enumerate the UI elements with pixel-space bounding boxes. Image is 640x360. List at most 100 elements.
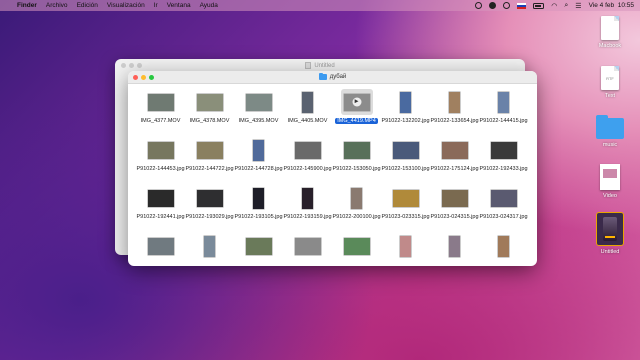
file-thumbnail [343,141,370,159]
folder-icon [318,72,327,80]
file-item[interactable] [136,233,185,266]
file-thumbnail [441,189,468,207]
file-name-text: P91023-024315.jpg [430,214,479,220]
file-thumbnail-wrap [147,89,174,115]
menu-ir[interactable]: Ir [154,2,158,9]
control-center-icon[interactable]: ☰ [575,2,581,10]
menu-visualizacion[interactable]: Visualización [107,2,145,9]
file-item[interactable]: P91023-023315.jpg [381,185,430,233]
file-item[interactable] [234,233,283,266]
desktop-item-label: Text [604,93,616,99]
file-name: IMG_4377.MOV [136,118,185,125]
file-name: P91022-132202.jpg [381,118,430,125]
file-thumbnail [392,189,419,207]
file-thumbnail [400,91,411,113]
file-thumbnail-wrap [302,185,313,211]
close-button[interactable] [121,63,126,68]
file-thumbnail [147,189,174,207]
file-item[interactable]: P91022-145900.jpg [283,137,332,185]
file-thumbnail [294,141,321,159]
menu-bar: Finder Archivo Edición Visualización Ir … [0,0,640,11]
file-thumbnail-wrap [498,233,509,259]
battery-icon[interactable] [533,2,545,9]
file-thumbnail-wrap [253,185,264,211]
status-record-icon[interactable] [475,2,483,9]
file-thumbnail-wrap [441,185,468,211]
file-item[interactable]: P91022-175124.jpg [430,137,479,185]
file-extension: RTF [606,76,614,81]
wifi-icon[interactable]: ◠ [551,2,557,10]
file-item[interactable] [430,233,479,266]
menu-app-finder[interactable]: Finder [17,2,37,9]
file-thumbnail [449,235,460,257]
file-item[interactable]: P91022-144728.jpg [234,137,283,185]
status-app2-icon[interactable] [503,2,511,9]
status-app-icon[interactable] [489,2,497,9]
file-thumbnail-wrap [253,137,264,163]
file-item[interactable]: P91022-193159.jpg [283,185,332,233]
input-source-flag-icon[interactable] [517,2,527,9]
menu-clock[interactable]: Vie 4 feb 10:55 [589,2,634,9]
menu-ayuda[interactable]: Ayuda [200,2,218,9]
file-item[interactable]: IMG_4419.MP4 [332,89,381,137]
file-item[interactable]: IMG_4378.MOV [185,89,234,137]
file-thumbnail [204,235,215,257]
file-thumbnail [147,237,174,255]
file-thumbnail [343,237,370,255]
file-name: IMG_4395.MOV [234,118,283,125]
file-thumbnail-wrap [400,233,411,259]
menu-archivo[interactable]: Archivo [46,2,68,9]
minimize-button[interactable] [129,63,134,68]
finder-window-dubai[interactable]: дубай IMG_4377.MOV IMG_4378.MOV IMG_4395.M… [128,71,537,266]
file-item[interactable]: P91022-144415.jpg [479,89,528,137]
file-thumbnail-wrap [343,137,370,163]
file-thumbnail-wrap [340,89,373,115]
zoom-button[interactable] [137,63,142,68]
file-item[interactable]: P91023-024317.jpg [479,185,528,233]
file-item[interactable]: IMG_4405.MOV [283,89,332,137]
desktop-item-video[interactable]: Video [590,164,630,199]
video-file-icon [600,164,620,190]
desktop-item-music[interactable]: music [590,115,630,148]
file-name-text: P91022-175124.jpg [430,166,479,172]
close-button[interactable] [133,75,138,80]
file-item[interactable] [283,233,332,266]
file-item[interactable]: IMG_4395.MOV [234,89,283,137]
search-icon[interactable]: ⌕ [564,2,568,10]
file-item[interactable]: P91022-193105.jpg [234,185,283,233]
file-item[interactable] [381,233,430,266]
file-item[interactable]: P91022-144722.jpg [185,137,234,185]
minimize-button[interactable] [141,75,146,80]
file-name-text: IMG_4405.MOV [287,118,328,124]
window-title-bar[interactable]: дубай [128,71,537,84]
file-item[interactable]: P91022-133654.jpg [430,89,479,137]
desktop-item-untitled[interactable]: Untitled [590,212,630,255]
file-name: P91022-153050.jpg [332,166,381,173]
file-item[interactable]: P91022-192433.jpg [479,137,528,185]
desktop-item-text[interactable]: RTF Text [590,66,630,99]
file-name: P91022-153100.jpg [381,166,430,173]
file-thumbnail-wrap [196,137,223,163]
file-item[interactable]: P91022-153050.jpg [332,137,381,185]
desktop-item-label: Untitled [600,249,620,255]
file-item[interactable]: P91022-193029.jpg [185,185,234,233]
file-item[interactable]: IMG_4377.MOV [136,89,185,137]
file-item[interactable]: P91022-153100.jpg [381,137,430,185]
file-name-text: P91022-144722.jpg [185,166,234,172]
file-grid: IMG_4377.MOV IMG_4378.MOV IMG_4395.MOV IMG_… [136,89,528,266]
drive-icon [305,62,312,69]
file-item[interactable]: P91022-144453.jpg [136,137,185,185]
menu-edicion[interactable]: Edición [77,2,98,9]
file-item[interactable]: P91022-200100.jpg [332,185,381,233]
file-item[interactable] [185,233,234,266]
file-thumbnail-wrap [392,185,419,211]
file-item[interactable]: P91023-024315.jpg [430,185,479,233]
file-name: P91023-023315.jpg [381,214,430,221]
file-item[interactable] [479,233,528,266]
file-item[interactable]: P91022-132202.jpg [381,89,430,137]
zoom-button[interactable] [149,75,154,80]
file-item[interactable] [332,233,381,266]
desktop-item-macbook[interactable]: Macbook [590,16,630,49]
file-item[interactable]: P91022-192441.jpg [136,185,185,233]
menu-ventana[interactable]: Ventana [167,2,191,9]
